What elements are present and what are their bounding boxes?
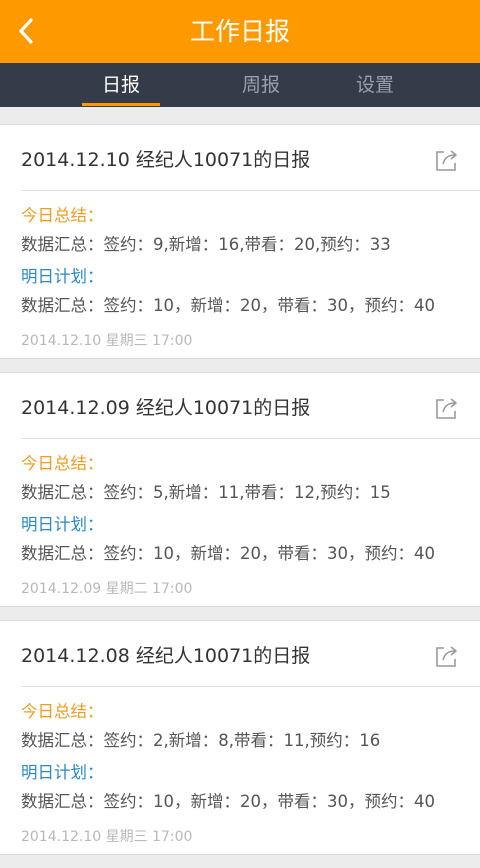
report-title: 2014.12.08 经纪人10071的日报 bbox=[21, 645, 311, 667]
report-list: 2014.12.10 经纪人10071的日报 今日总结： 数据汇总：签约：9,新… bbox=[0, 124, 480, 868]
report-card[interactable]: 2014.12.09 经纪人10071的日报 今日总结： 数据汇总：签约：5,新… bbox=[0, 372, 480, 607]
summary-heading: 今日总结： bbox=[21, 454, 104, 473]
divider bbox=[21, 438, 480, 439]
report-card[interactable]: 2014.12.08 经纪人10071的日报 今日总结： 数据汇总：签约：2,新… bbox=[0, 620, 480, 855]
tab-label: 设置 bbox=[355, 74, 394, 96]
plan-text: 数据汇总：签约：10，新增：20，带看：30，预约：40 bbox=[21, 792, 435, 811]
report-timestamp: 2014.12.10 星期三 17:00 bbox=[21, 333, 193, 349]
report-title: 2014.12.10 经纪人10071的日报 bbox=[21, 149, 311, 171]
summary-text: 数据汇总：签约：9,新增：16,带看：20,预约：33 bbox=[21, 235, 391, 254]
app-header: 工作日报 bbox=[0, 0, 480, 63]
report-timestamp: 2014.12.09 星期二 17:00 bbox=[21, 581, 193, 597]
plan-heading: 明日计划： bbox=[21, 267, 104, 286]
summary-heading: 今日总结： bbox=[21, 702, 104, 721]
share-icon bbox=[436, 398, 457, 419]
page-title: 工作日报 bbox=[189, 17, 290, 46]
share-button[interactable] bbox=[434, 395, 460, 421]
plan-text: 数据汇总：签约：10，新增：20，带看：30，预约：40 bbox=[21, 296, 435, 315]
report-timestamp: 2014.12.10 星期三 17:00 bbox=[21, 829, 193, 845]
divider bbox=[21, 686, 480, 687]
tab-settings[interactable]: 设置 bbox=[336, 63, 414, 107]
report-title: 2014.12.09 经纪人10071的日报 bbox=[21, 397, 311, 419]
tab-label: 日报 bbox=[101, 74, 140, 96]
summary-text: 数据汇总：签约：5,新增：11,带看：12,预约：15 bbox=[21, 483, 391, 502]
tab-label: 周报 bbox=[241, 74, 280, 96]
share-button[interactable] bbox=[434, 147, 460, 173]
active-tab-indicator bbox=[82, 103, 160, 106]
tab-daily-report[interactable]: 日报 bbox=[82, 63, 160, 107]
tab-bar: 日报 周报 设置 bbox=[0, 63, 480, 107]
divider bbox=[21, 190, 480, 191]
share-button[interactable] bbox=[434, 643, 460, 669]
tab-weekly-report[interactable]: 周报 bbox=[222, 63, 300, 107]
plan-text: 数据汇总：签约：10，新增：20，带看：30，预约：40 bbox=[21, 544, 435, 563]
plan-heading: 明日计划： bbox=[21, 515, 104, 534]
summary-heading: 今日总结： bbox=[21, 206, 104, 225]
plan-heading: 明日计划： bbox=[21, 763, 104, 782]
share-icon bbox=[436, 150, 457, 171]
share-icon bbox=[436, 646, 457, 667]
report-card[interactable]: 2014.12.10 经纪人10071的日报 今日总结： 数据汇总：签约：9,新… bbox=[0, 124, 480, 359]
summary-text: 数据汇总：签约：2,新增：8,带看：11,预约：16 bbox=[21, 731, 381, 750]
